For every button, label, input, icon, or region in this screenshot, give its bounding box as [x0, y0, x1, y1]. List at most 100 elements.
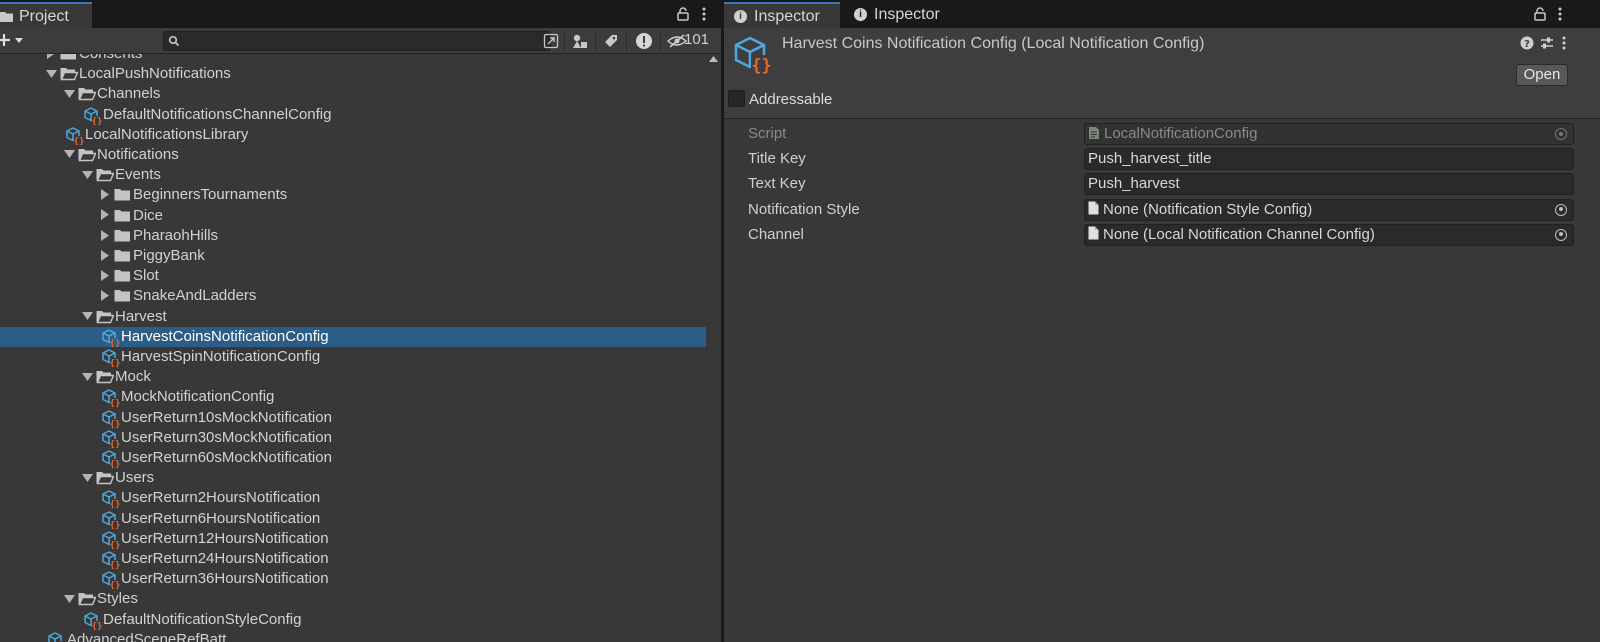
expand-arrow-down-icon[interactable] [62, 145, 76, 165]
expand-arrow-right-icon[interactable] [98, 266, 112, 286]
expand-arrow-down-icon[interactable] [80, 367, 94, 387]
search-input[interactable] [163, 31, 551, 51]
expand-arrow-down-icon[interactable] [80, 165, 94, 185]
expand-arrow-right-icon[interactable] [98, 286, 112, 306]
asset-item[interactable]: {} UserReturn30sMockNotification [0, 428, 706, 450]
folder-item[interactable]: Events [0, 165, 706, 185]
folder-item[interactable]: Channels [0, 84, 706, 104]
lock-icon[interactable] [1534, 7, 1546, 21]
expand-arrow-right-icon[interactable] [98, 185, 112, 205]
tree-item-label: MockNotificationConfig [121, 388, 275, 406]
asset-item[interactable]: {} UserReturn36HoursNotification [0, 569, 706, 591]
expand-arrow-down-icon[interactable] [80, 307, 94, 327]
asset-item[interactable]: {} UserReturn24HoursNotification [0, 549, 706, 571]
presets-icon[interactable] [1540, 36, 1554, 50]
svg-text:{}: {} [92, 622, 102, 630]
svg-text:{}: {} [110, 561, 120, 569]
filter-by-label-icon[interactable] [600, 30, 622, 52]
scriptable-object-icon: {} [102, 490, 120, 510]
filter-by-type-icon[interactable] [569, 30, 591, 52]
svg-text:{}: {} [110, 359, 120, 367]
object-field[interactable]: None (Notification Style Config) [1084, 198, 1574, 221]
tab-inspector-2[interactable]: i Inspector [844, 2, 960, 28]
asset-item[interactable]: {} DefaultNotificationsChannelConfig [0, 105, 706, 127]
asset-item[interactable]: {} DefaultNotificationStyleConfig [0, 610, 706, 632]
tree-item-label: UserReturn60sMockNotification [121, 449, 332, 466]
scriptable-object-icon: {} [102, 450, 120, 470]
asset-item[interactable]: {} UserReturn10sMockNotification [0, 408, 706, 430]
property-value: LocalNotificationConfig [1104, 125, 1258, 142]
tree-item-label: PiggyBank [133, 247, 205, 264]
asset-item[interactable]: {}AdvancedSceneRefBatt... [0, 630, 706, 642]
svg-text:{}: {} [110, 500, 120, 508]
scriptable-object-icon: {} [66, 127, 84, 147]
folder-item[interactable]: PiggyBank [0, 246, 706, 266]
folder-open-icon [78, 86, 97, 102]
folder-item[interactable]: Notifications [0, 145, 706, 165]
asset-item[interactable]: {} UserReturn6HoursNotification [0, 509, 706, 531]
tree-item-label: UserReturn24HoursNotification [121, 550, 329, 567]
inspector-header: {} Harvest Coins Notification Config (Lo… [724, 28, 1600, 118]
expand-arrow-right-icon[interactable] [98, 246, 112, 266]
object-picker-icon[interactable] [1555, 228, 1567, 241]
tab-inspector-1[interactable]: i Inspector [724, 2, 840, 28]
expand-arrow-right-icon[interactable] [98, 206, 112, 226]
more-menu-icon[interactable] [1558, 7, 1562, 21]
folder-item[interactable]: Consents [0, 54, 706, 64]
object-field[interactable]: None (Local Notification Channel Config) [1084, 223, 1574, 246]
tab-project[interactable]: Project [0, 2, 92, 28]
object-picker-icon[interactable] [1555, 203, 1567, 216]
svg-text:{}: {} [751, 56, 771, 76]
tree-item-label: LocalNotificationsLibrary [85, 125, 249, 143]
text-field[interactable]: Push_harvest [1084, 173, 1574, 196]
asset-item[interactable]: {} UserReturn2HoursNotification [0, 488, 706, 510]
folder-item[interactable]: BeginnersTournaments [0, 185, 706, 205]
script-icon [1089, 126, 1099, 139]
folder-item[interactable]: Dice [0, 206, 706, 226]
asset-item[interactable]: {} LocalNotificationsLibrary [0, 125, 706, 147]
open-button[interactable]: Open [1516, 64, 1568, 86]
folder-item[interactable]: Mock [0, 367, 706, 387]
expand-arrow-down-icon[interactable] [62, 84, 76, 104]
folder-item[interactable]: SnakeAndLadders [0, 286, 706, 306]
property-value: Push_harvest [1088, 175, 1180, 193]
asset-item[interactable]: {} MockNotificationConfig [0, 387, 706, 409]
folder-open-icon [96, 369, 115, 385]
asset-item[interactable]: {} HarvestCoinsNotificationConfig [0, 326, 706, 349]
folder-item[interactable]: Styles [0, 589, 706, 609]
folder-icon [60, 54, 78, 62]
folder-item[interactable]: PharaohHills [0, 226, 706, 246]
expand-arrow-right-icon[interactable] [44, 54, 58, 64]
help-icon[interactable]: ? [1520, 36, 1534, 50]
folder-item[interactable]: Slot [0, 266, 706, 286]
more-menu-icon[interactable] [702, 7, 706, 21]
expand-arrow-down-icon[interactable] [62, 589, 76, 609]
scroll-up-arrow-icon[interactable] [709, 56, 718, 62]
asset-item[interactable]: {} UserReturn60sMockNotification [0, 448, 706, 470]
folder-icon [114, 187, 132, 203]
scriptable-object-icon: {} [84, 106, 102, 127]
tree-item-label: Slot [133, 267, 159, 285]
property-row: Title Key Push_harvest_title [724, 147, 1600, 171]
expand-arrow-right-icon[interactable] [98, 226, 112, 246]
lock-icon[interactable] [677, 7, 689, 21]
text-field[interactable]: Push_harvest_title [1084, 148, 1574, 171]
folder-item[interactable]: LocalPushNotifications [0, 64, 706, 84]
tree-item-label: SnakeAndLadders [133, 287, 257, 305]
folder-open-icon [96, 167, 115, 183]
addressable-checkbox[interactable] [728, 90, 745, 107]
tree-scrollbar[interactable] [706, 54, 721, 642]
search-by-type-icon[interactable] [540, 30, 562, 52]
more-menu-icon[interactable] [1562, 36, 1566, 50]
expand-arrow-down-icon[interactable] [80, 468, 94, 488]
property-label: Script [748, 125, 787, 142]
tree-item-label: Users [115, 469, 155, 487]
folder-item[interactable]: Users [0, 468, 706, 488]
asset-item[interactable]: {} HarvestSpinNotificationConfig [0, 347, 706, 369]
folder-item[interactable]: Harvest [0, 307, 706, 327]
scriptable-object-icon: {} [102, 531, 120, 551]
expand-arrow-down-icon[interactable] [44, 64, 58, 84]
tree-item-label: UserReturn2HoursNotification [121, 489, 321, 507]
asset-item[interactable]: {} UserReturn12HoursNotification [0, 529, 706, 551]
warning-filter-icon[interactable] [633, 30, 655, 52]
